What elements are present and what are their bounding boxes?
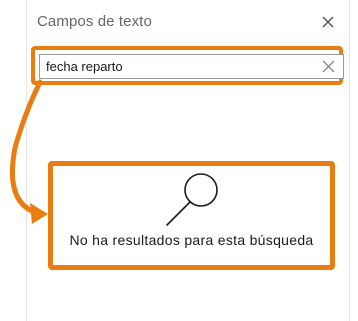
search-field[interactable] bbox=[39, 54, 344, 79]
search-input[interactable] bbox=[46, 55, 306, 78]
magnifier-icon bbox=[163, 172, 223, 228]
text-fields-screen: Campos de texto No ha resultados para es… bbox=[0, 0, 358, 321]
clear-icon[interactable] bbox=[322, 60, 335, 73]
close-icon[interactable] bbox=[320, 14, 336, 30]
no-results-message: No ha resultados para esta búsqueda bbox=[69, 232, 314, 248]
pane-title: Campos de texto bbox=[37, 13, 152, 30]
